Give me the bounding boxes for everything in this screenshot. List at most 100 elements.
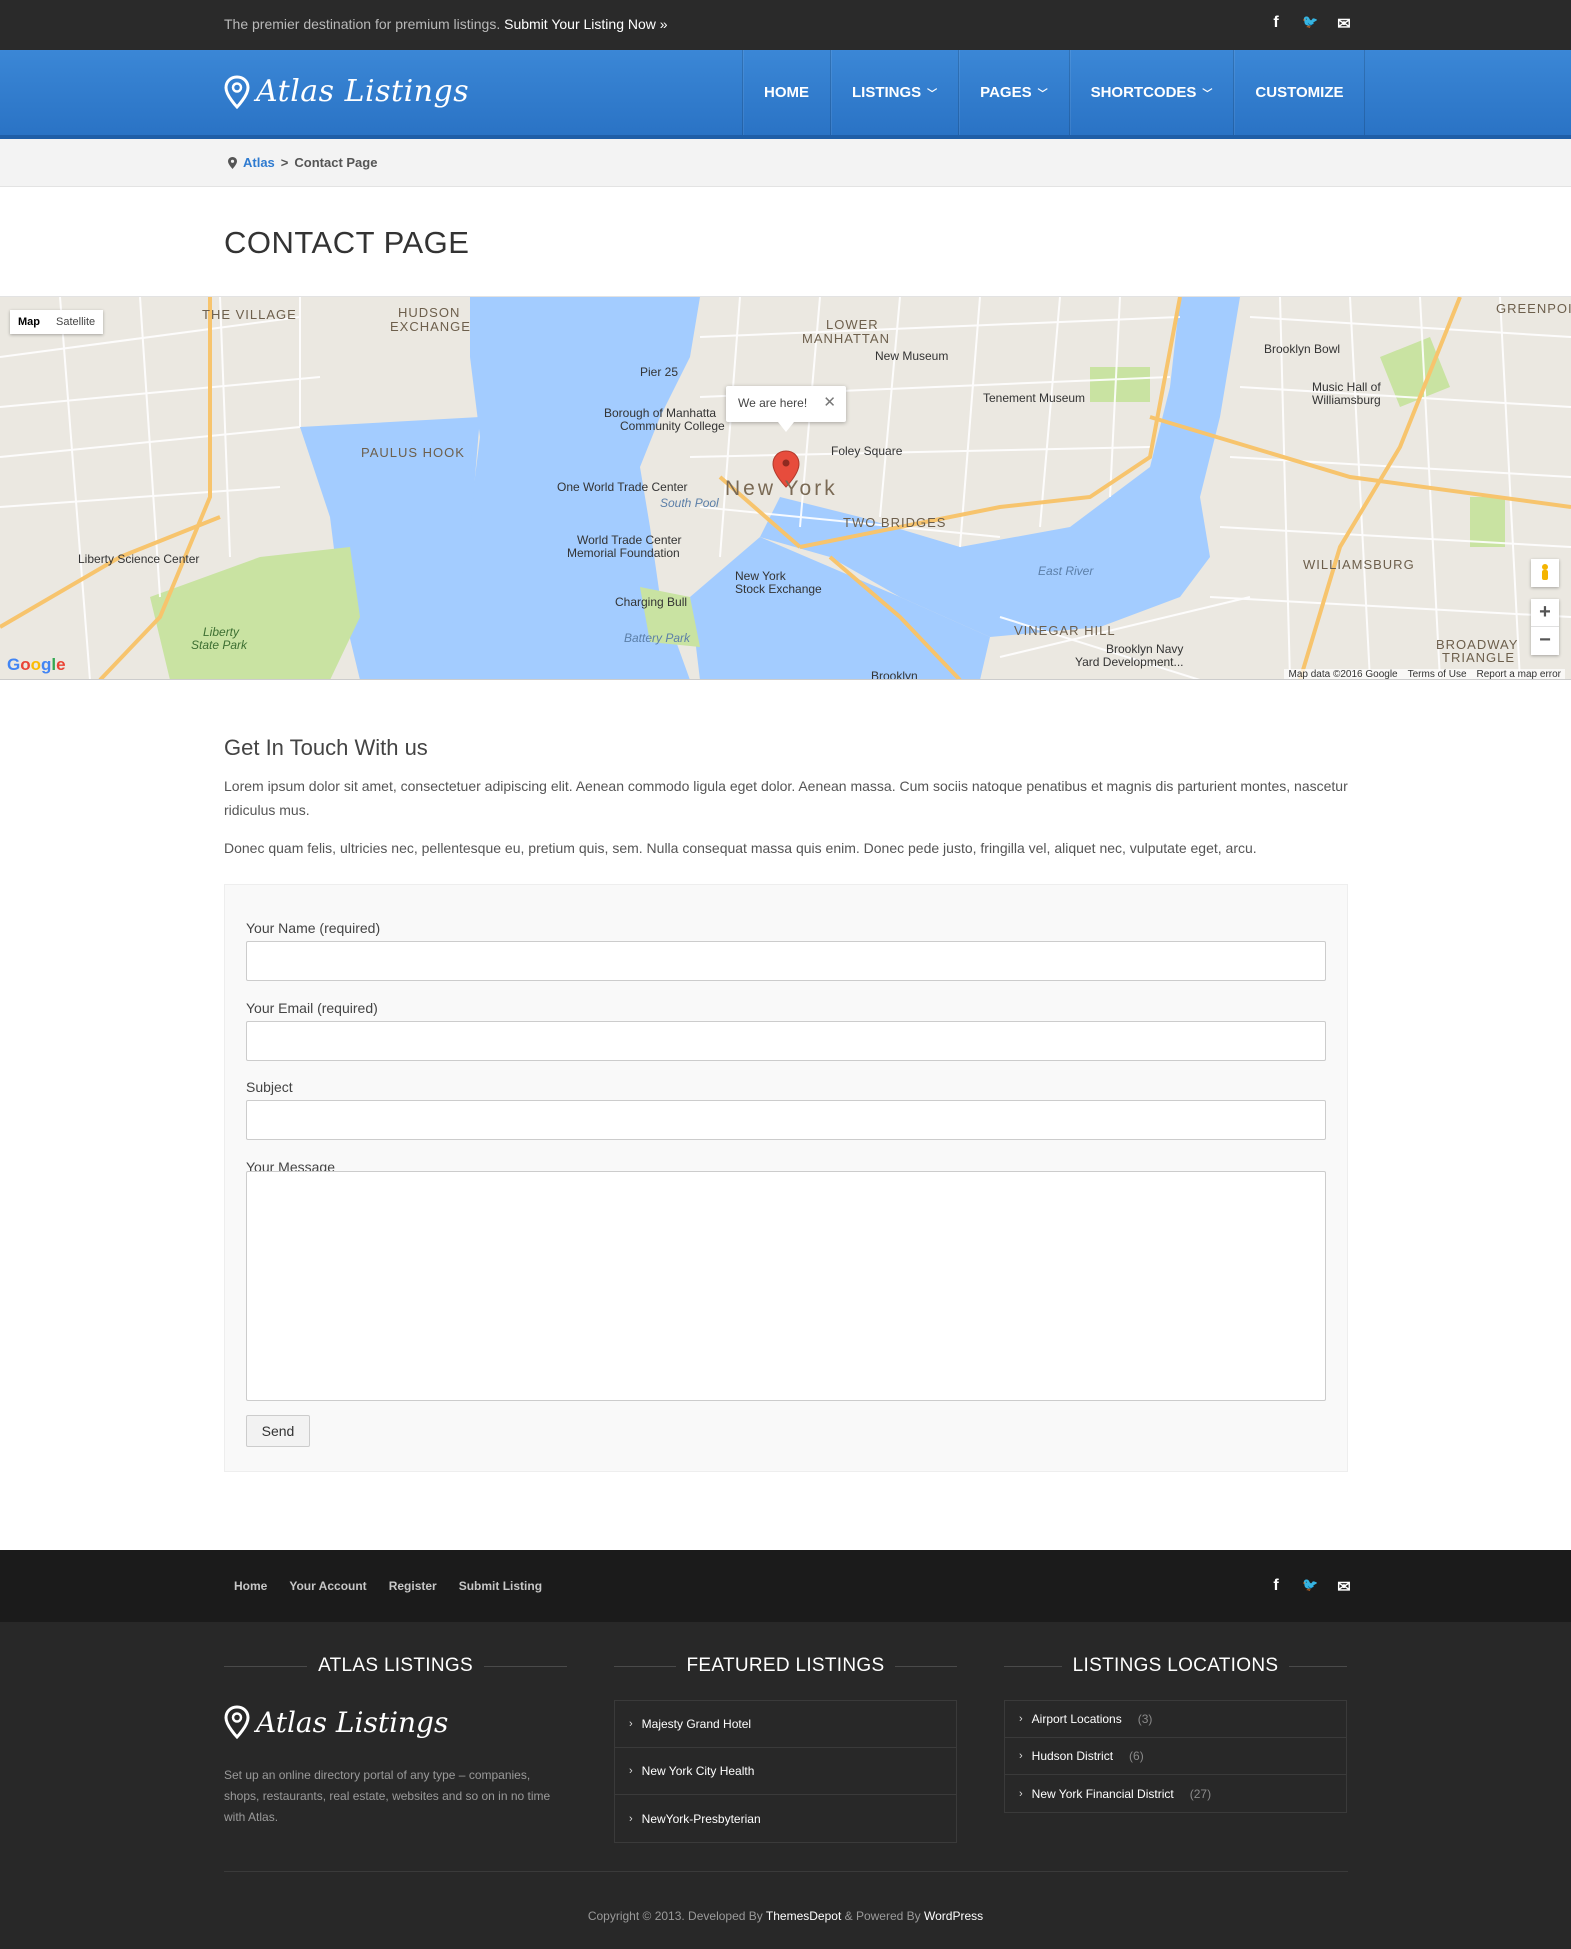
- nav-pages[interactable]: PAGES ﹀: [958, 50, 1068, 135]
- locations-list: › Airport Locations (3) › Hudson District (6…: [1004, 1700, 1347, 1813]
- contact-paragraph: Donec quam felis, ultricies nec, pellent…: [224, 840, 1257, 856]
- location-count: (6): [1129, 1749, 1144, 1763]
- footer-description: Set up an online directory portal of any…: [224, 1768, 551, 1824]
- contact-paragraph: Lorem ipsum dolor sit amet, consectetuer…: [224, 778, 1348, 818]
- footer-link-submit[interactable]: Submit Listing: [459, 1579, 542, 1593]
- message-textarea[interactable]: [246, 1171, 1326, 1401]
- zoom-in-button[interactable]: +: [1531, 599, 1559, 627]
- map-label: World Trade Center: [577, 533, 682, 547]
- nav-home[interactable]: HOME: [742, 50, 830, 135]
- footer-link-home[interactable]: Home: [234, 1579, 267, 1593]
- footer-locations-title: LISTINGS LOCATIONS: [1004, 1655, 1347, 1677]
- footer-locations: LISTINGS LOCATIONS › Airport Locations (3)…: [1004, 1655, 1347, 1813]
- map-label: Brooklyn Bowl: [1264, 342, 1341, 356]
- footer-title-text: FEATURED LISTINGS: [675, 1655, 896, 1676]
- twitter-icon[interactable]: 🐦: [1302, 14, 1318, 34]
- footer-bar: Home Your Account Register Submit Listin…: [0, 1550, 1571, 1622]
- twitter-icon[interactable]: 🐦: [1302, 1577, 1318, 1597]
- footer-link-register[interactable]: Register: [389, 1579, 437, 1593]
- terms-of-use-link[interactable]: Terms of Use: [1408, 669, 1467, 679]
- featured-item[interactable]: › Majesty Grand Hotel: [615, 1701, 956, 1748]
- top-bar: The premier destination for premium list…: [0, 0, 1571, 50]
- footer-about: ATLAS LISTINGS Atlas Listings Set up an …: [224, 1655, 567, 1828]
- chevron-right-icon: ›: [1019, 1750, 1023, 1762]
- location-count: (27): [1189, 1786, 1212, 1801]
- submit-listing-link[interactable]: Submit Your Listing Now »: [504, 16, 667, 32]
- map-label: TRIANGLE: [1442, 650, 1516, 665]
- map-label: Pier 25: [640, 365, 679, 379]
- page-title-bar: CONTACT PAGE: [0, 187, 1571, 297]
- site-logo[interactable]: Atlas Listings: [224, 74, 469, 109]
- email-label: Your Email (required): [246, 1000, 378, 1016]
- chevron-right-icon: ›: [629, 1718, 633, 1730]
- location-item[interactable]: › Airport Locations (3): [1005, 1701, 1346, 1738]
- send-button[interactable]: Send: [246, 1415, 310, 1447]
- map-info-window: We are here! ✕: [726, 386, 846, 432]
- map-type-map[interactable]: Map: [10, 310, 48, 334]
- featured-list: › Majesty Grand Hotel › New York City Heal…: [614, 1700, 957, 1843]
- report-map-error-link[interactable]: Report a map error: [1477, 669, 1561, 679]
- street-view-pegman-icon[interactable]: [1531, 559, 1559, 587]
- footer-divider: [224, 1871, 1348, 1872]
- facebook-icon[interactable]: f: [1268, 1577, 1284, 1597]
- map-label: New York: [735, 569, 786, 583]
- page-title: CONTACT PAGE: [224, 225, 470, 260]
- powered-text: & Powered By: [844, 1909, 921, 1923]
- footer-social-links: f 🐦 ✉: [1268, 1577, 1352, 1597]
- map-label: Music Hall of: [1312, 380, 1381, 394]
- map-type-satellite[interactable]: Satellite: [48, 310, 103, 334]
- location-map[interactable]: Map Satellite THE VILLAGE HUDSON EXCHANG…: [0, 297, 1571, 680]
- map-data-credit: Map data ©2016 Google: [1288, 669, 1398, 680]
- email-input[interactable]: [246, 1021, 1326, 1061]
- nav-label: LISTINGS: [852, 84, 922, 101]
- google-logo[interactable]: Google: [7, 655, 66, 675]
- platform-link[interactable]: WordPress: [924, 1909, 983, 1923]
- chevron-down-icon: ﹀: [927, 89, 938, 100]
- location-item[interactable]: › New York Financial District (27): [1005, 1775, 1346, 1812]
- mail-icon[interactable]: ✉: [1336, 14, 1352, 34]
- zoom-out-button[interactable]: −: [1531, 627, 1559, 655]
- featured-item-label: Majesty Grand Hotel: [641, 1717, 752, 1731]
- nav-label: CUSTOMIZE: [1255, 84, 1344, 101]
- copyright: Copyright © 2013. Developed By ThemesDep…: [0, 1909, 1571, 1923]
- mail-icon[interactable]: ✉: [1336, 1577, 1352, 1597]
- map-label-city: New York: [725, 477, 838, 500]
- map-label: Foley Square: [831, 444, 903, 458]
- featured-item-label: NewYork-Presbyterian: [641, 1811, 761, 1826]
- site-footer: ATLAS LISTINGS Atlas Listings Set up an …: [0, 1622, 1571, 1949]
- location-item[interactable]: › Hudson District (6): [1005, 1738, 1346, 1775]
- map-pin-icon: [228, 156, 237, 169]
- map-label: EXCHANGE: [390, 319, 471, 334]
- breadcrumb-root-link[interactable]: Atlas: [243, 155, 275, 170]
- nav-label: SHORTCODES: [1090, 84, 1197, 101]
- map-label: Williamsburg: [1312, 393, 1381, 407]
- nav-customize[interactable]: CUSTOMIZE: [1233, 50, 1366, 135]
- nav-label: PAGES: [980, 84, 1032, 101]
- facebook-icon[interactable]: f: [1268, 14, 1284, 34]
- map-label: TWO BRIDGES: [843, 515, 947, 530]
- footer-link-account[interactable]: Your Account: [289, 1579, 366, 1593]
- map-label: Tenement Museum: [983, 391, 1086, 405]
- footer-featured-title: FEATURED LISTINGS: [614, 1655, 957, 1677]
- footer-title-text: LISTINGS LOCATIONS: [1061, 1655, 1290, 1676]
- map-label: Battery Park: [624, 631, 691, 645]
- close-icon[interactable]: ✕: [823, 393, 836, 411]
- featured-item[interactable]: › New York City Health: [615, 1748, 956, 1795]
- nav-listings[interactable]: LISTINGS ﹀: [830, 50, 958, 135]
- chevron-right-icon: ›: [1019, 1713, 1023, 1725]
- map-pin-icon: [224, 74, 250, 109]
- copyright-text: Copyright © 2013. Developed By: [587, 1909, 763, 1923]
- nav-shortcodes[interactable]: SHORTCODES ﹀: [1068, 50, 1234, 135]
- site-header: Atlas Listings HOME LISTINGS ﹀ PAGES ﹀ SHO…: [0, 50, 1571, 139]
- chevron-right-icon: ›: [629, 1765, 633, 1777]
- chevron-down-icon: ﹀: [1037, 89, 1048, 100]
- map-popup-text: We are here!: [738, 396, 808, 410]
- subject-input[interactable]: [246, 1100, 1326, 1140]
- footer-logo[interactable]: Atlas Listings: [224, 1705, 567, 1739]
- logo-text: Atlas Listings: [256, 74, 470, 109]
- featured-item[interactable]: › NewYork-Presbyterian: [615, 1795, 956, 1842]
- subject-label: Subject: [246, 1079, 293, 1095]
- developer-link[interactable]: ThemesDepot: [766, 1909, 841, 1923]
- map-label: New Museum: [875, 349, 949, 363]
- name-input[interactable]: [246, 941, 1326, 981]
